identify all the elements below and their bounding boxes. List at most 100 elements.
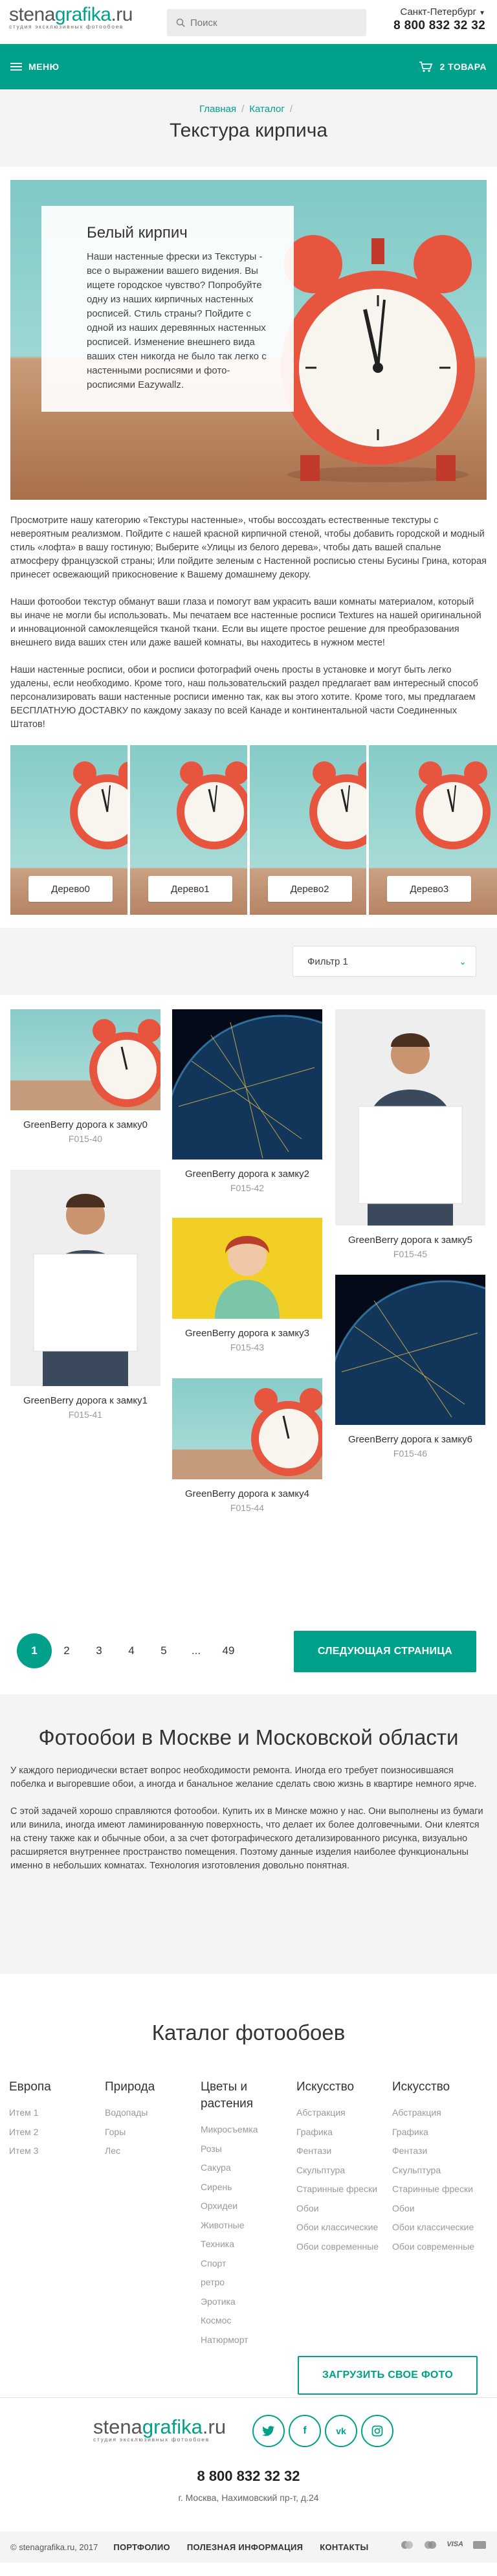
texture-card[interactable]: Дерево1	[129, 745, 247, 915]
vk-icon[interactable]: vk	[325, 2415, 357, 2447]
upload-photo-button[interactable]: ЗАГРУЗИТЬ СВОЕ ФОТО	[298, 2356, 478, 2395]
catalog-link[interactable]: Сакура	[201, 2158, 291, 2178]
footer-phone[interactable]: 8 800 832 32 32	[0, 2468, 497, 2485]
page-link-current[interactable]: 1	[17, 1633, 52, 1668]
page-link[interactable]: 5	[146, 1633, 181, 1668]
search-icon	[176, 18, 185, 27]
catalog-link[interactable]: Скульптура	[392, 2161, 488, 2180]
twitter-icon[interactable]	[252, 2415, 285, 2447]
city-label: Санкт-Петербург	[400, 6, 477, 17]
breadcrumb-separator: /	[241, 104, 245, 115]
product-card[interactable]: GreenBerry дорога к замку3 F015-43	[172, 1218, 322, 1352]
city-selector[interactable]: Санкт-Петербург ▼	[393, 6, 485, 17]
logo-accent-text: grafika	[54, 4, 111, 25]
facebook-icon[interactable]: f	[289, 2415, 321, 2447]
catalog-link[interactable]: Фентази	[296, 2142, 392, 2161]
catalog-link[interactable]: Итем 2	[9, 2123, 100, 2142]
catalog-link[interactable]: Микросъемка	[201, 2120, 291, 2140]
catalog-link[interactable]: ретро	[201, 2273, 291, 2292]
intro-paragraph: Наши настенные росписи, обои и росписи ф…	[10, 665, 478, 730]
catalog-column-head[interactable]: Искусство	[392, 2079, 488, 2096]
catalog-link[interactable]: Горы	[105, 2123, 195, 2142]
catalog-link[interactable]: Сирень	[201, 2178, 291, 2197]
logo-tld: .ru	[111, 4, 133, 25]
header-phone[interactable]: 8 800 832 32 32	[393, 19, 485, 33]
catalog-column-head[interactable]: Европа	[9, 2079, 100, 2096]
catalog-link[interactable]: Итем 1	[9, 2103, 100, 2123]
seo-title: Фотообои в Москве и Московской области	[38, 1725, 459, 1749]
footer-link-portfolio[interactable]: ПОРТФОЛИО	[113, 2542, 170, 2552]
catalog-column: Европа Итем 1 Итем 2 Итем 3	[9, 2079, 100, 2161]
catalog-link[interactable]: Натюрморт	[201, 2331, 291, 2350]
catalog-link[interactable]: Графика	[392, 2123, 488, 2142]
product-card[interactable]: GreenBerry дорога к замку1 F015-41	[10, 1170, 160, 1420]
footer-link-info[interactable]: ПОЛЕЗНАЯ ИНФОРМАЦИЯ	[187, 2542, 303, 2552]
next-page-button[interactable]: СЛЕДУЮЩАЯ СТРАНИЦА	[294, 1631, 476, 1672]
product-card[interactable]: GreenBerry дорога к замку4 F015-44	[172, 1378, 322, 1513]
catalog-column-head[interactable]: Цветы и растения	[201, 2079, 291, 2112]
catalog-link[interactable]: Спорт	[201, 2254, 291, 2274]
search-input[interactable]	[190, 17, 352, 28]
visa-icon: VISA	[447, 2540, 463, 2548]
catalog-column-head[interactable]: Природа	[105, 2079, 195, 2096]
logo-accent-text: grafika	[142, 2415, 203, 2438]
product-card[interactable]: GreenBerry дорога к замку0 F015-40	[10, 1009, 160, 1144]
catalog-link[interactable]: Итем 3	[9, 2142, 100, 2161]
filter-select[interactable]: Фильтр 1 ⌄	[293, 946, 476, 977]
catalog-link[interactable]: Абстракция	[296, 2103, 392, 2123]
catalog-link[interactable]: Обои современные	[296, 2237, 392, 2257]
catalog-link[interactable]: Обои современные	[392, 2237, 488, 2257]
logo-tagline: студия эксклюзивных фотообоев	[9, 23, 124, 30]
catalog-column-head[interactable]: Искусство	[296, 2079, 392, 2096]
texture-card[interactable]: Дерево3	[369, 745, 497, 915]
catalog-link[interactable]: Космос	[201, 2311, 291, 2331]
product-card[interactable]: GreenBerry дорога к замку2 F015-42	[172, 1009, 322, 1193]
breadcrumb-catalog[interactable]: Каталог	[249, 104, 285, 115]
logo-text: stena	[9, 4, 55, 25]
catalog-link[interactable]: Обои классические	[296, 2218, 392, 2237]
catalog-link[interactable]: Старинные фрески	[296, 2180, 392, 2199]
product-card[interactable]: GreenBerry дорога к замку5 F015-45	[335, 1009, 485, 1259]
page-link[interactable]: 3	[82, 1633, 116, 1668]
catalog-link[interactable]: Обои классические	[392, 2218, 488, 2237]
texture-card[interactable]: Дерево0	[10, 745, 127, 915]
catalog-link[interactable]: Розы	[201, 2140, 291, 2159]
catalog-link[interactable]: Техника	[201, 2235, 291, 2254]
catalog-link[interactable]: Животные	[201, 2216, 291, 2235]
site-header: stenagrafika.ru студия эксклюзивных фото…	[0, 0, 497, 44]
texture-label: Дерево0	[28, 876, 113, 902]
product-code: F015-42	[230, 1183, 265, 1193]
instagram-icon[interactable]	[361, 2415, 393, 2447]
texture-label: Дерево2	[267, 876, 352, 902]
mastercard-icon	[400, 2540, 414, 2551]
breadcrumb-home[interactable]: Главная	[199, 104, 236, 115]
catalog-link[interactable]: Лес	[105, 2142, 195, 2161]
page-link[interactable]: 2	[49, 1633, 84, 1668]
intro-text: Просмотрите нашу категорию «Текстуры нас…	[0, 500, 497, 732]
catalog-link[interactable]: Графика	[296, 2123, 392, 2142]
cart-button[interactable]: 2 ТОВАРА	[419, 61, 487, 73]
page-link-last[interactable]: 49	[211, 1633, 246, 1668]
catalog-link[interactable]: Абстракция	[392, 2103, 488, 2123]
footer-logo[interactable]: stenagrafika.ru студия эксклюзивных фото…	[93, 2415, 226, 2443]
texture-card[interactable]: Дерево2	[249, 745, 367, 915]
catalog-link[interactable]: Фентази	[392, 2142, 488, 2161]
product-card[interactable]: GreenBerry дорога к замку6 F015-46	[335, 1275, 485, 1459]
footer-link-contacts[interactable]: КОНТАКТЫ	[320, 2542, 368, 2552]
product-image	[172, 1218, 322, 1319]
catalog-link[interactable]: Обои	[296, 2199, 392, 2219]
catalog-link[interactable]: Водопады	[105, 2103, 195, 2123]
site-logo[interactable]: stenagrafika.ru студия эксклюзивных фото…	[9, 4, 133, 30]
payment-methods: VISA	[400, 2540, 487, 2551]
catalog-link[interactable]: Орхидеи	[201, 2197, 291, 2216]
catalog-link[interactable]: Обои	[392, 2199, 488, 2219]
menu-button[interactable]: МЕНЮ	[10, 62, 60, 72]
search-box[interactable]	[167, 9, 366, 36]
page-link[interactable]: 4	[114, 1633, 149, 1668]
man-holding-board-image	[358, 1033, 463, 1226]
breadcrumb: Главная / Каталог /	[0, 104, 497, 115]
product-name: GreenBerry дорога к замку3	[185, 1328, 309, 1339]
catalog-link[interactable]: Скульптура	[296, 2161, 392, 2180]
catalog-link[interactable]: Старинные фрески	[392, 2180, 488, 2199]
catalog-link[interactable]: Эротика	[201, 2292, 291, 2312]
